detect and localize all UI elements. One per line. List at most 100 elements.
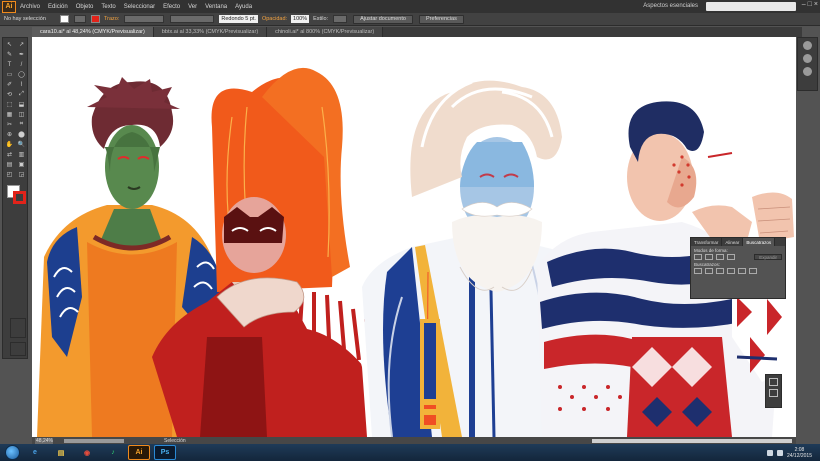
- minimize-button[interactable]: –: [802, 1, 806, 8]
- menu-objeto[interactable]: Objeto: [76, 4, 94, 10]
- fill-swatch[interactable]: [60, 15, 69, 23]
- tool-icon[interactable]: ⬚: [4, 100, 15, 109]
- network-icon[interactable]: [766, 449, 773, 456]
- artboards-icon[interactable]: [769, 378, 778, 386]
- tool-icon[interactable]: ⇄: [4, 150, 15, 159]
- tool-icon[interactable]: ⊕: [4, 130, 15, 139]
- fill-dropdown[interactable]: [74, 15, 86, 23]
- tool-icon[interactable]: ⬤: [16, 130, 27, 139]
- tool-icon[interactable]: ✒: [16, 50, 27, 59]
- tool-icon[interactable]: ↗: [16, 40, 27, 49]
- tool-icon[interactable]: ⤢: [16, 90, 27, 99]
- menu-edicion[interactable]: Edición: [48, 4, 68, 10]
- tool-icon[interactable]: ▤: [4, 160, 15, 169]
- tab-bbtx[interactable]: bbtx.ai al 33,33% (CMYK/Previsualizar): [153, 27, 268, 37]
- ie-taskbar-icon[interactable]: e: [24, 445, 46, 460]
- document-setup-label: Ajustar documento: [360, 16, 406, 22]
- menu-ayuda[interactable]: Ayuda: [235, 4, 252, 10]
- help-search-input[interactable]: [706, 2, 796, 11]
- tab-transformar[interactable]: Transformar: [691, 238, 723, 246]
- horizontal-scrollbar[interactable]: [592, 438, 792, 443]
- unite-icon[interactable]: [694, 254, 702, 260]
- clock[interactable]: 2:08 24/12/2015: [787, 447, 812, 459]
- tool-icon[interactable]: ⬓: [16, 100, 27, 109]
- tool-icon[interactable]: ▥: [16, 150, 27, 159]
- divide-icon[interactable]: [694, 268, 702, 274]
- tab-chinoli[interactable]: chinoli.ai* al 800% (CMYK/Previsualizar): [267, 27, 384, 37]
- brush-label: Redondo 5 pt.: [221, 16, 256, 22]
- tool-icon[interactable]: ✐: [4, 80, 15, 89]
- opacity-label[interactable]: Opacidad:: [262, 16, 287, 22]
- photoshop-taskbar-icon[interactable]: Ps: [154, 445, 176, 460]
- chrome-taskbar-icon[interactable]: ◉: [76, 445, 98, 460]
- artboard[interactable]: [32, 37, 796, 437]
- tool-icon[interactable]: ◫: [16, 110, 27, 119]
- menu-efecto[interactable]: Efecto: [163, 4, 180, 10]
- tab-label: chinoli.ai* al 800% (CMYK/Previsualizar): [275, 29, 375, 35]
- explorer-taskbar-icon[interactable]: ▤: [50, 445, 72, 460]
- tool-icon[interactable]: ◲: [16, 170, 27, 179]
- drawing-modes-panel[interactable]: [10, 318, 26, 338]
- layers-icon[interactable]: [769, 389, 778, 397]
- spotify-taskbar-icon[interactable]: ♪: [102, 445, 124, 460]
- stroke-label[interactable]: Trazo:: [104, 16, 119, 22]
- tool-icon[interactable]: 🔍: [16, 140, 27, 149]
- menu-ver[interactable]: Ver: [188, 4, 197, 10]
- tool-icon[interactable]: ✎: [4, 50, 15, 59]
- tool-icon[interactable]: ◰: [4, 170, 15, 179]
- tab-cara10[interactable]: cara10.ai* al 48,24% (CMYK/Previsualizar…: [32, 27, 154, 37]
- style-dropdown[interactable]: [333, 15, 348, 23]
- tool-icon[interactable]: ▣: [16, 160, 27, 169]
- tool-icon[interactable]: ↖: [4, 40, 15, 49]
- expand-button[interactable]: Expandir: [754, 254, 782, 260]
- stroke-swatch[interactable]: [91, 15, 100, 23]
- volume-icon[interactable]: [776, 449, 783, 456]
- window-controls: – □ ×: [802, 1, 818, 8]
- outline-icon[interactable]: [738, 268, 746, 274]
- start-button[interactable]: [5, 445, 20, 460]
- tool-icon[interactable]: ⌇: [16, 80, 27, 89]
- menu-ventana[interactable]: Ventana: [205, 4, 227, 10]
- stroke-weight-field[interactable]: [124, 15, 165, 23]
- merge-icon[interactable]: [716, 268, 724, 274]
- document-setup-button[interactable]: Ajustar documento: [353, 14, 413, 24]
- menu-texto[interactable]: Texto: [101, 4, 115, 10]
- artboard-navigator[interactable]: [64, 438, 124, 443]
- workspace-switcher[interactable]: Aspectos esenciales: [643, 3, 698, 9]
- opacity-field[interactable]: 100%: [291, 15, 310, 23]
- color-panel-icon[interactable]: [803, 41, 812, 50]
- tool-icon[interactable]: /: [16, 60, 27, 69]
- tool-icon[interactable]: T: [4, 60, 15, 69]
- tool-icon[interactable]: ◯: [16, 70, 27, 79]
- maximize-button[interactable]: □: [808, 1, 812, 8]
- tab-alinear[interactable]: Alinear: [722, 238, 744, 246]
- minus-back-icon[interactable]: [749, 268, 757, 274]
- tool-icon[interactable]: ▭: [4, 70, 15, 79]
- tool-icon[interactable]: ▦: [4, 110, 15, 119]
- exclude-icon[interactable]: [727, 254, 735, 260]
- zoom-field[interactable]: 48,24%: [35, 437, 53, 444]
- brush-definition[interactable]: Redondo 5 pt.: [219, 15, 258, 23]
- variable-width-field[interactable]: [170, 15, 215, 23]
- trim-icon[interactable]: [705, 268, 713, 274]
- intersect-icon[interactable]: [716, 254, 724, 260]
- tab-buscatrazos[interactable]: Buscatrazos: [743, 238, 776, 246]
- swatches-panel-icon[interactable]: [803, 54, 812, 63]
- tool-icon[interactable]: ⟲: [4, 90, 15, 99]
- fill-stroke-widget[interactable]: [5, 185, 26, 207]
- menu-archivo[interactable]: Archivo: [20, 4, 40, 10]
- tool-icon[interactable]: ⌗: [16, 120, 27, 129]
- stroke-color-box[interactable]: [13, 191, 26, 204]
- preferences-button[interactable]: Preferencias: [418, 14, 464, 24]
- menu-seleccionar[interactable]: Seleccionar: [124, 4, 155, 10]
- close-button[interactable]: ×: [814, 1, 818, 8]
- tool-icon[interactable]: ✂: [4, 120, 15, 129]
- tool-icon[interactable]: ✋: [4, 140, 15, 149]
- illustrator-taskbar-icon[interactable]: Ai: [128, 445, 150, 460]
- crop-icon[interactable]: [727, 268, 735, 274]
- screen-mode-panel[interactable]: [10, 342, 26, 356]
- selection-status: No hay selección: [4, 16, 46, 22]
- minus-front-icon[interactable]: [705, 254, 713, 260]
- brushes-panel-icon[interactable]: [803, 67, 812, 76]
- app-logo[interactable]: Ai: [2, 0, 16, 13]
